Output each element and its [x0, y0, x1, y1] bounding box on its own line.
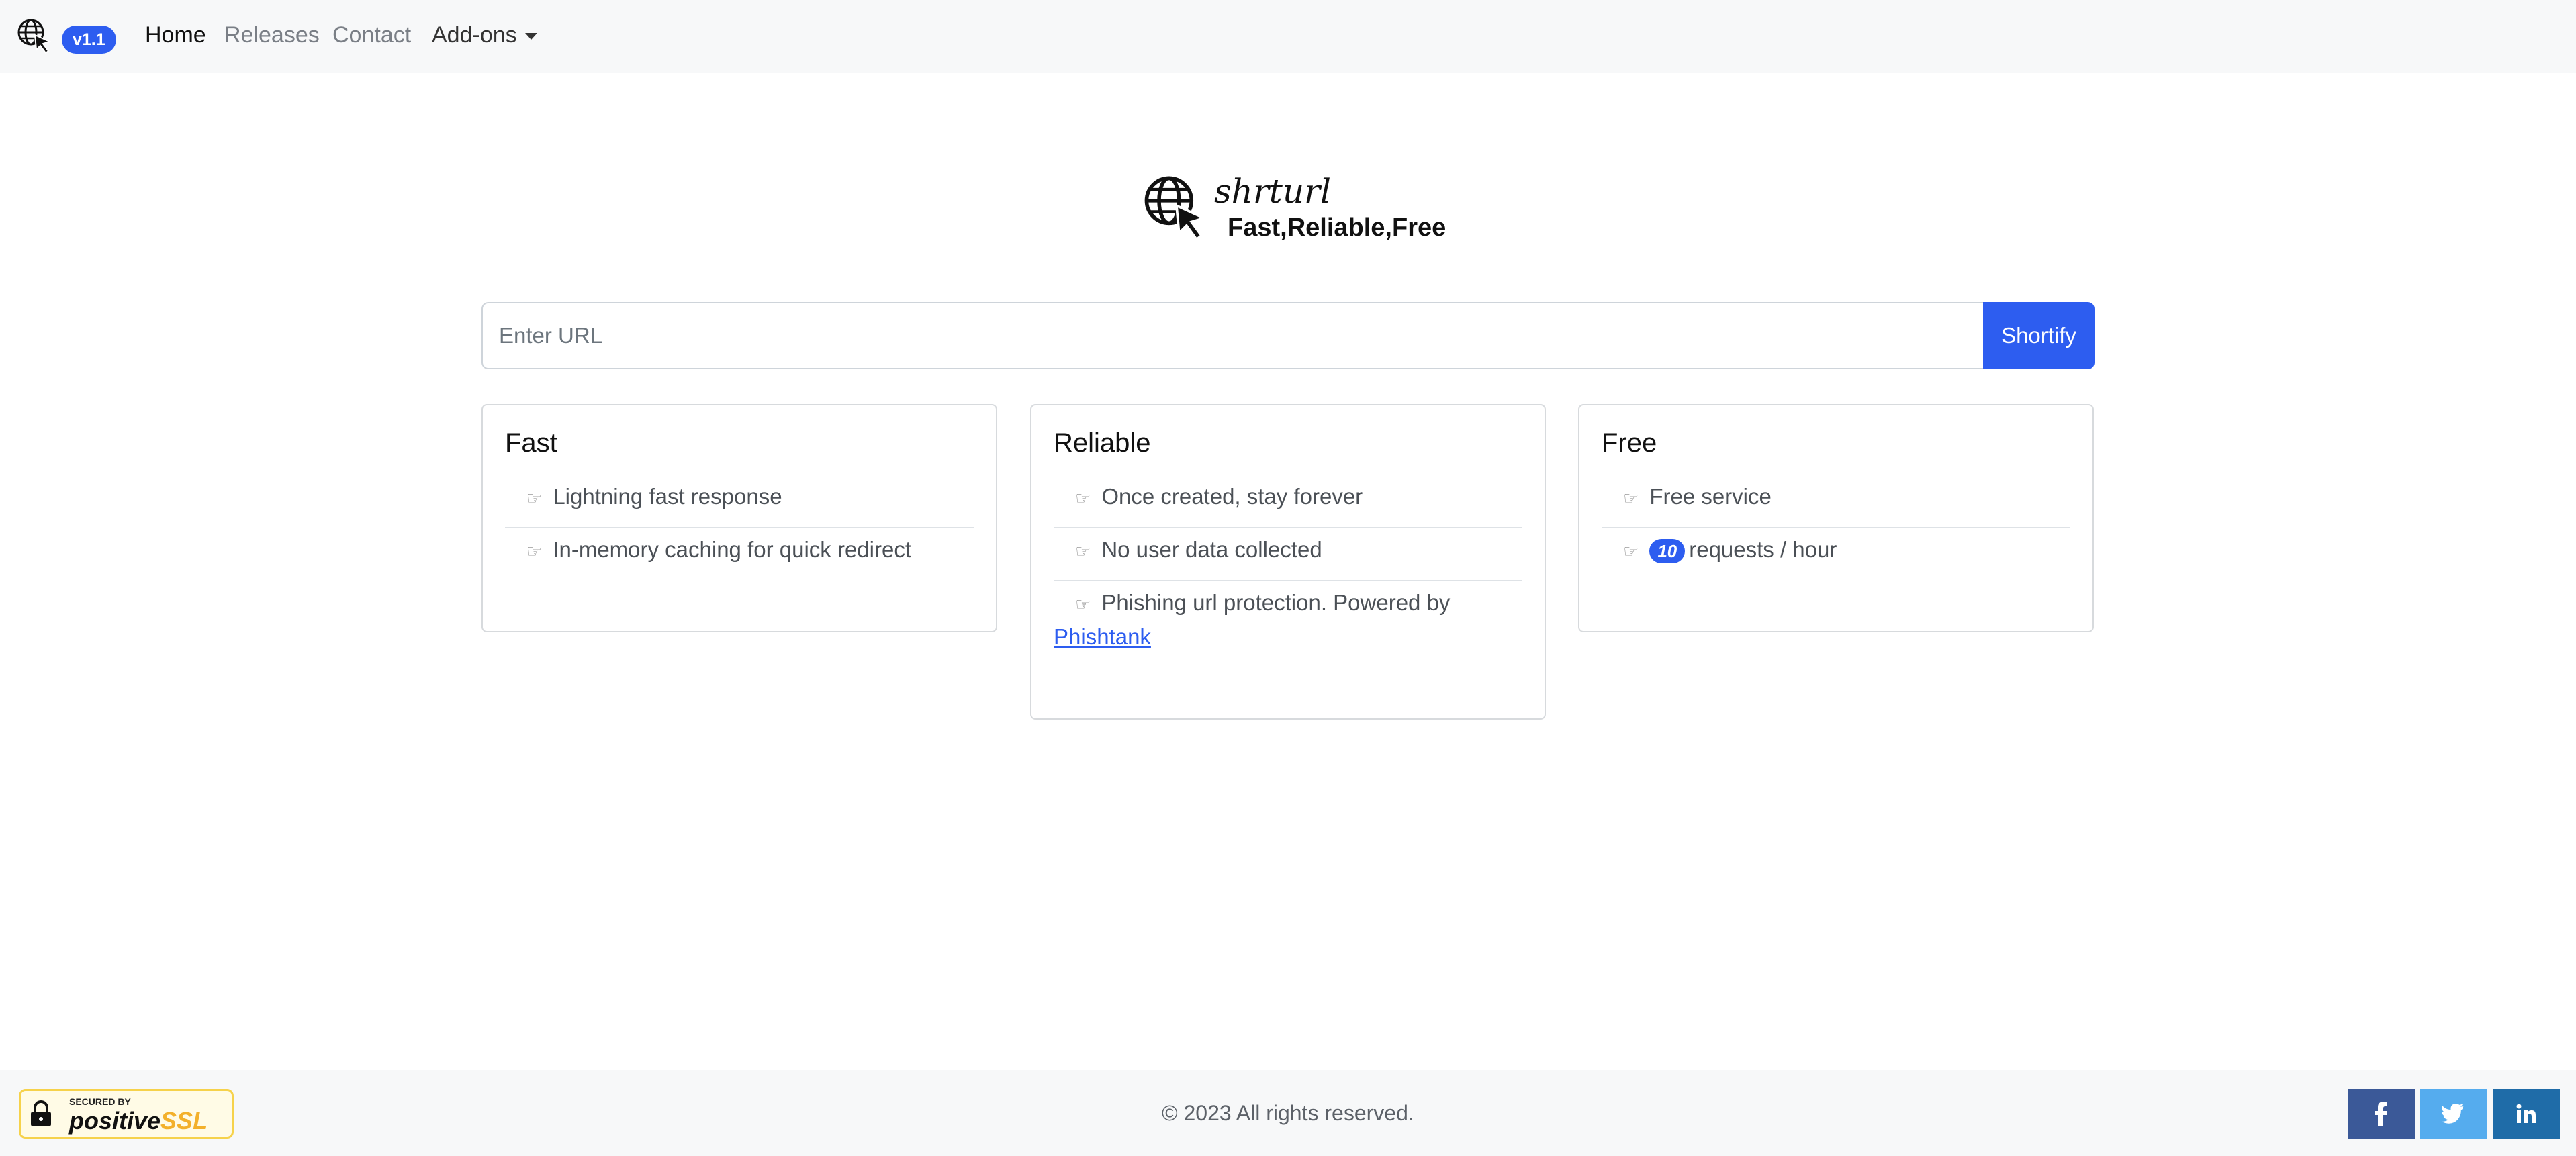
card-title: Free — [1602, 428, 1657, 458]
ssl-secured-by: SECURED BY — [69, 1096, 131, 1107]
nav-home[interactable]: Home — [145, 20, 206, 50]
ssl-brand-name: positive — [69, 1107, 161, 1135]
card-title: Fast — [505, 428, 557, 458]
copyright-text: © 2023 All rights reserved. — [1162, 1101, 1414, 1125]
list-item: ☞ Free service — [1602, 475, 2070, 528]
shortify-button[interactable]: Shortify — [1983, 302, 2095, 369]
card-title: Reliable — [1054, 428, 1151, 458]
feature-list: ☞ Lightning fast response ☞ In-memory cach… — [505, 475, 974, 580]
pointing-hand-icon: ☞ — [1623, 489, 1639, 509]
list-item: ☞ 10 requests / hour — [1602, 528, 2070, 580]
linkedin-button[interactable] — [2493, 1089, 2560, 1139]
feature-text: Phishing url protection. Powered by — [1101, 590, 1451, 615]
nav-addons-dropdown[interactable]: Add-ons — [432, 20, 537, 50]
feature-text: Free service — [1649, 484, 1772, 509]
rate-limit-badge: 10 — [1649, 539, 1686, 563]
feature-list: ☞ Once created, stay forever ☞ No user dat… — [1054, 475, 1522, 665]
facebook-button[interactable] — [2348, 1089, 2415, 1139]
card-fast: Fast ☞ Lightning fast response ☞ In-memory… — [481, 404, 997, 632]
feature-text: In-memory caching for quick redirect — [553, 537, 912, 562]
feature-text: requests / hour — [1689, 537, 1837, 562]
ssl-brand: positiveSSL — [69, 1107, 208, 1135]
pointing-hand-icon: ☞ — [526, 542, 543, 562]
linkedin-icon — [2516, 1104, 2536, 1123]
feature-text: Once created, stay forever — [1101, 484, 1363, 509]
card-reliable: Reliable ☞ Once created, stay forever ☞ No… — [1030, 404, 1546, 720]
phishtank-link[interactable]: Phishtank — [1054, 624, 1151, 649]
facebook-icon — [2375, 1102, 2387, 1126]
twitter-icon — [2442, 1104, 2464, 1124]
list-item: ☞ Phishing url protection. Powered by Phi… — [1054, 581, 1522, 665]
list-item: ☞ No user data collected — [1054, 528, 1522, 581]
feature-text: No user data collected — [1101, 537, 1322, 562]
twitter-button[interactable] — [2420, 1089, 2487, 1139]
nav-contact[interactable]: Contact — [332, 20, 411, 50]
ssl-seal[interactable]: SECURED BY positiveSSL — [19, 1089, 234, 1139]
pointing-hand-icon: ☞ — [1623, 542, 1639, 562]
pointing-hand-icon: ☞ — [1075, 542, 1091, 562]
feature-text: Lightning fast response — [553, 484, 782, 509]
card-free: Free ☞ Free service ☞ 10 requests / hour — [1578, 404, 2094, 632]
feature-list: ☞ Free service ☞ 10 requests / hour — [1602, 475, 2070, 580]
nav-releases[interactable]: Releases — [224, 20, 320, 50]
app-title: shrturl — [1214, 172, 1331, 211]
navbar: v1.1 Home Releases Contact Add-ons — [0, 0, 2576, 73]
list-item: ☞ Lightning fast response — [505, 475, 974, 528]
app-tagline: Fast,Reliable,Free — [1228, 213, 1446, 242]
pointing-hand-icon: ☞ — [526, 489, 543, 509]
ssl-brand-suffix: SSL — [160, 1107, 208, 1135]
nav-addons-label: Add-ons — [432, 22, 517, 48]
pointing-hand-icon: ☞ — [1075, 595, 1091, 615]
globe-cursor-icon[interactable] — [16, 17, 54, 55]
list-item: ☞ Once created, stay forever — [1054, 475, 1522, 528]
globe-cursor-logo-icon — [1144, 176, 1208, 242]
version-badge: v1.1 — [62, 26, 116, 54]
chevron-down-icon — [524, 33, 537, 40]
url-input[interactable] — [481, 302, 1983, 369]
list-item: ☞ In-memory caching for quick redirect — [505, 528, 974, 580]
lock-icon — [31, 1100, 51, 1126]
pointing-hand-icon: ☞ — [1075, 489, 1091, 509]
